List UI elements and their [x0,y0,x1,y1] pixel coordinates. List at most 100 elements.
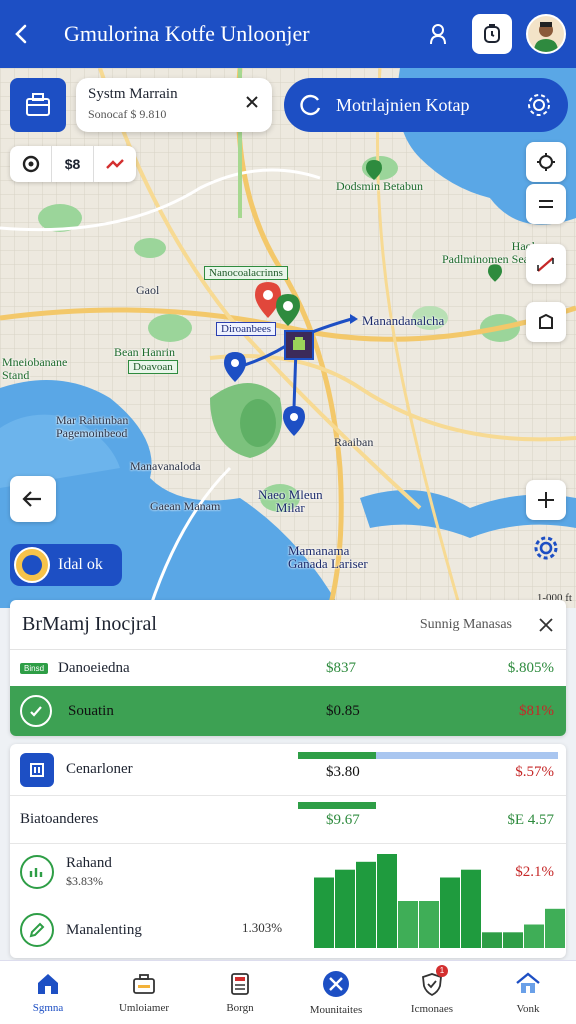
summary-header: BrMamj Inocjral Sunnig Manasas [10,600,566,650]
bottom-nav: Sgmna Umloiamer Borgn Mounitaites 1 Icmo… [0,960,576,1024]
search-card-subtitle: Sonocaf $ 9.810 [88,107,167,121]
summary-row-selected[interactable]: Souatin $0.85 $81% [10,686,566,736]
recenter-button[interactable] [530,532,562,564]
ideal-route-button[interactable]: Idal ok [10,544,122,586]
settings-icon[interactable] [526,92,552,118]
nav-item-calculator[interactable]: Borgn [192,961,288,1024]
search-card[interactable]: Systm Marrain Sonocaf $ 9.810 [76,78,272,132]
measure-button[interactable] [526,244,566,284]
avatar-image [534,22,558,52]
timer-button[interactable] [472,14,512,54]
app-title: Gmulorina Kotfe Unloonjer [64,21,310,46]
map-tag: Doavoan [128,360,178,374]
row-change: $E 4.57 [507,812,554,828]
building-icon [20,752,54,787]
nav-item-shield[interactable]: 1 Icmonaes [384,961,480,1024]
compass-icon [537,153,555,171]
detail-panel: Cenarloner $3.80 $.57% Biatoanderes $9.6… [10,744,566,958]
map-tag: Diroanbees [216,322,277,336]
row-value: $3.80 [326,764,360,780]
chart-icon [20,855,54,889]
map-tag: Nanocoalacrinns [204,266,288,280]
map-label: Gaol [136,283,160,297]
close-icon[interactable] [244,94,260,110]
route-pill-label: Motrlajnien Kotap [336,94,470,115]
summary-title: BrMamj Inocjral [22,613,157,635]
refresh-icon [300,94,321,116]
map-view[interactable]: Dodsmin Betabun Haol Padlminomen Sean Na… [0,68,576,608]
app-header: Gmulorina Kotfe Unloonjer [0,0,576,68]
row-change: $.57% [515,764,554,780]
row-name: Biatoanderes [20,811,99,827]
layers-button[interactable] [526,302,566,342]
row-value: 1.303% [242,920,283,935]
edit-icon [20,913,54,947]
status-badge: Binsd [20,662,49,674]
detail-row[interactable]: Rahand $3.83% [10,844,566,900]
map-mode-toolbar: $8 [10,146,136,182]
detail-row[interactable]: Biatoanderes [10,796,566,844]
detail-row[interactable]: Manalenting [10,904,566,956]
row-name: Danoeiedna [58,659,130,676]
traffic-mode-button[interactable] [94,146,136,182]
back-button[interactable] [0,0,44,68]
briefcase-icon [26,93,50,116]
alert-icon [106,159,124,169]
cost-mode-button[interactable]: $8 [52,146,94,182]
nav-label: Icmonaes [410,1002,454,1015]
badge-icon [14,547,50,583]
plus-icon [538,492,554,508]
target-icon [22,155,39,173]
waypoint-marker-icon[interactable] [283,406,305,436]
map-label: Mneiobanane Stand [2,355,68,382]
current-location-marker[interactable] [284,330,314,360]
nav-item-home[interactable]: Sgmna [0,961,96,1024]
route-pill-button[interactable]: Motrlajnien Kotap [284,78,568,132]
house-icon [516,971,540,993]
calculator-icon [231,972,249,995]
vehicle-icon [293,337,305,350]
close-icon[interactable] [538,617,554,633]
row-change: $81% [519,702,554,719]
map-label: Manandanalcha [362,313,445,328]
user-icon [430,24,446,45]
map-label: Dodsmin Betabun [336,179,423,193]
park-marker-icon [488,264,502,282]
nav-item-tools[interactable]: Mounitaites [288,961,384,1024]
app-logo-button[interactable] [10,78,66,132]
layers-icon [539,313,553,329]
detail-row[interactable]: Cenarloner [10,744,566,796]
avatar[interactable] [526,14,566,54]
nav-label: Sgmna [32,1001,64,1014]
nav-item-house[interactable]: Vonk [480,961,576,1024]
ruler-icon [537,257,554,272]
compass-button[interactable] [526,142,566,182]
nav-item-briefcase[interactable]: Umloiamer [96,961,192,1024]
briefcase-icon [133,973,155,994]
row-value: $9.67 [326,812,360,828]
map-label: Raaiban [334,435,374,449]
summary-row[interactable]: Binsd Danoeiedna $837 $.805% [10,650,566,686]
waypoint-marker-icon[interactable] [224,352,246,382]
locate-mode-button[interactable] [10,146,52,182]
nav-label: Borgn [226,1001,254,1014]
chevron-left-icon [15,24,27,44]
zoom-out-button[interactable] [526,184,566,224]
timer-icon [484,24,500,43]
map-label: Mamanama Ganada Lariser [288,543,368,571]
row-name: Manalenting [66,921,142,938]
poi-marker-icon[interactable] [276,294,300,326]
minus-icon [539,200,553,208]
home-icon [38,973,58,994]
summary-subtitle: Sunnig Manasas [419,616,512,632]
back-arrow-button[interactable] [10,476,56,522]
row-name: Rahand [66,855,112,871]
row-change: $2.1% [515,864,554,880]
row-value: $837 [326,659,356,676]
nav-label: Umloiamer [118,1001,170,1014]
row-text: Rahand $3.83% [66,855,112,889]
arrow-left-icon [22,491,41,507]
nav-label: Mounitaites [309,1003,363,1016]
profile-button[interactable] [418,14,458,54]
zoom-in-button[interactable] [526,480,566,520]
